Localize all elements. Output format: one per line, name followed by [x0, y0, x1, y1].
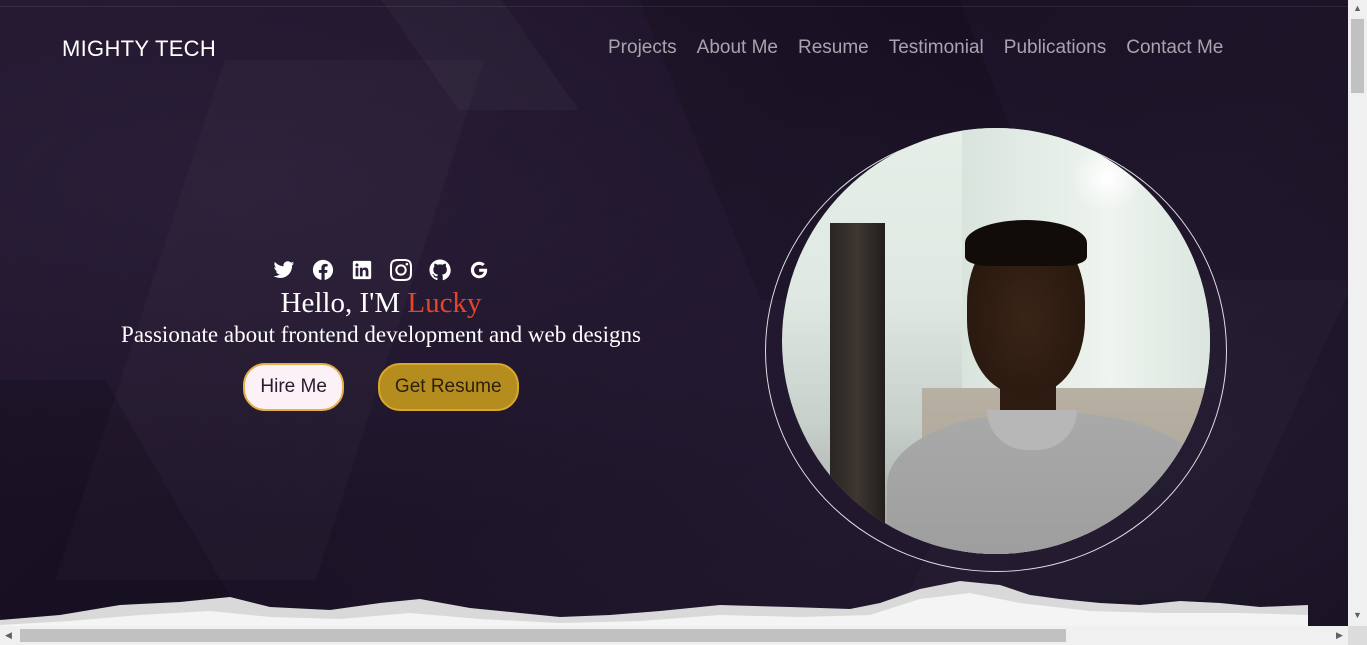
- scroll-up-icon[interactable]: ▲: [1348, 0, 1367, 17]
- vertical-scrollbar[interactable]: ▲ ▼: [1348, 0, 1367, 626]
- torn-paper-divider: [0, 581, 1308, 626]
- nav-link-about-me[interactable]: About Me: [687, 37, 788, 59]
- scroll-left-icon[interactable]: ◀: [0, 626, 17, 645]
- nav-link-contact-me[interactable]: Contact Me: [1116, 37, 1233, 59]
- nav-link-projects[interactable]: Projects: [598, 37, 687, 59]
- hero-greeting: Hello, I'M Lucky: [98, 286, 664, 320]
- hero-actions: Hire Me Get Resume: [98, 363, 664, 411]
- hire-me-button[interactable]: Hire Me: [243, 363, 344, 411]
- twitter-icon[interactable]: [272, 258, 295, 281]
- horizontal-scroll-thumb[interactable]: [20, 629, 1066, 642]
- page-viewport: MIGHTY TECH Projects About Me Resume Tes…: [0, 0, 1348, 626]
- profile-photo: [782, 128, 1210, 554]
- main-nav: Projects About Me Resume Testimonial Pub…: [598, 37, 1233, 59]
- get-resume-button[interactable]: Get Resume: [377, 363, 519, 411]
- nav-link-resume[interactable]: Resume: [788, 37, 879, 59]
- scroll-down-icon[interactable]: ▼: [1348, 607, 1367, 624]
- nav-link-publications[interactable]: Publications: [994, 37, 1116, 59]
- facebook-icon[interactable]: [311, 258, 334, 281]
- hero-name: Lucky: [407, 287, 482, 319]
- google-icon[interactable]: [467, 258, 490, 281]
- hero-tagline: Passionate about frontend development an…: [121, 322, 641, 347]
- hero-intro: Hello, I'M Lucky Passionate about fronte…: [98, 258, 664, 411]
- vertical-scroll-thumb[interactable]: [1351, 19, 1364, 93]
- scrollbar-corner: [1348, 626, 1367, 645]
- github-icon[interactable]: [428, 258, 451, 281]
- greeting-text: Hello, I'M: [280, 287, 401, 319]
- top-divider: [0, 6, 1348, 7]
- nav-link-testimonial[interactable]: Testimonial: [879, 37, 994, 59]
- social-links: [98, 258, 664, 282]
- scroll-right-icon[interactable]: ▶: [1331, 626, 1348, 645]
- instagram-icon[interactable]: [389, 258, 412, 281]
- linkedin-icon[interactable]: [350, 258, 373, 281]
- brand-logo-link[interactable]: MIGHTY TECH: [62, 36, 216, 62]
- horizontal-scrollbar[interactable]: ◀ ▶: [0, 626, 1348, 645]
